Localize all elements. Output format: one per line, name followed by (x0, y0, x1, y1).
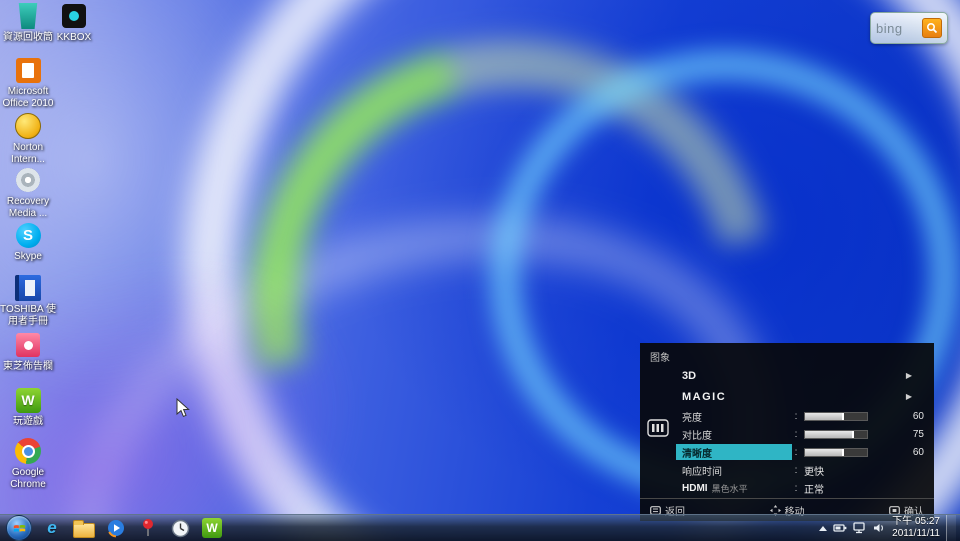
osd-row-label-selected: 清晰度 (676, 444, 792, 460)
osd-row-label: 3D (676, 368, 792, 384)
osd-row-label: 亮度 (676, 408, 792, 424)
slider-fill (805, 449, 844, 456)
slider-fill (805, 431, 854, 438)
tray-hidden-icons-chevron[interactable] (819, 526, 827, 531)
icon-label: Norton Intern... (0, 142, 56, 165)
slider-value: 60 (868, 411, 924, 422)
osd-row-response-time[interactable]: 响应时间 : 更快 (676, 461, 924, 479)
brightness-slider[interactable] (804, 412, 868, 421)
submenu-arrow-icon: ▶ (906, 371, 912, 380)
taskbar-pinned-app[interactable] (132, 516, 164, 541)
icon-label: TOSHIBA 使用者手冊 (0, 304, 56, 327)
manual-book-icon (15, 274, 41, 302)
skype-icon: S (16, 221, 41, 249)
games-w-icon: W (202, 518, 222, 538)
colon: : (792, 411, 800, 422)
icon-label: Recovery Media ... (0, 196, 56, 219)
search-icon (926, 22, 938, 34)
osd-row-magic[interactable]: MAGIC ▶ (676, 386, 924, 407)
network-icon[interactable] (853, 522, 867, 534)
osd-title: 图象 (650, 349, 670, 364)
osd-row-contrast[interactable]: 对比度 : 75 (676, 425, 924, 443)
taskbar-clock[interactable]: 下午 05:27 2011/11/11 (892, 516, 940, 540)
icon-label: Skype (14, 251, 42, 263)
osd-row-label: 响应时间 (676, 462, 792, 478)
osd-row-value: 正常 (804, 481, 824, 496)
icon-label: Google Chrome (0, 467, 56, 490)
bing-search-gadget[interactable]: bing (870, 12, 948, 44)
taskbar-date: 2011/11/11 (892, 528, 940, 540)
taskbar-internet-explorer[interactable]: e (36, 516, 68, 541)
contrast-slider[interactable] (804, 430, 868, 439)
sharpness-slider[interactable] (804, 448, 868, 457)
black-level-label: 黑色水平 (712, 482, 748, 495)
osd-row-value: 更快 (804, 463, 824, 478)
osd-row-label: HDMI 黑色水平 (676, 480, 792, 496)
taskbar-windows-explorer[interactable] (68, 516, 100, 541)
system-tray: 下午 05:27 2011/11/11 (819, 515, 958, 541)
desktop-icon-bulletin-board[interactable]: 東芝佈告欄 (0, 331, 56, 373)
icon-label: KKBOX (57, 32, 91, 44)
bulletin-pin-icon (16, 331, 40, 359)
taskbar: e W (0, 514, 960, 541)
chrome-icon (15, 437, 41, 465)
colon: : (792, 447, 800, 458)
desktop-icon-games[interactable]: W 玩遊戲 (0, 386, 56, 428)
desktop-icon-recovery-media[interactable]: Recovery Media ... (0, 166, 56, 219)
ie-icon: e (47, 518, 56, 538)
desktop-icon-microsoft-office[interactable]: Microsoft Office 2010 (0, 56, 56, 109)
taskbar-games-app[interactable]: W (196, 516, 228, 541)
clock-icon (171, 519, 190, 538)
slider-value: 60 (868, 447, 924, 458)
desktop-icon-google-chrome[interactable]: Google Chrome (0, 437, 56, 490)
osd-row-brightness[interactable]: 亮度 : 60 (676, 407, 924, 425)
submenu-arrow-icon: ▶ (906, 392, 912, 401)
office-icon (16, 56, 41, 84)
show-desktop-button[interactable] (946, 515, 956, 541)
osd-row-sharpness[interactable]: 清晰度 : 60 (676, 443, 924, 461)
osd-rows: 3D ▶ MAGIC ▶ 亮度 : 60 对比度 : 75 清晰度 : (676, 365, 924, 497)
volume-icon[interactable] (873, 522, 886, 534)
icon-label: 玩遊戲 (13, 416, 43, 428)
osd-row-label: 对比度 (676, 426, 792, 442)
desktop-screen: 資源回收筒 KKBOX Microsoft Office 2010 Norton… (0, 0, 960, 541)
slider-fill (805, 413, 844, 420)
colon: : (792, 465, 800, 476)
osd-row-hdmi-black-level[interactable]: HDMI 黑色水平 : 正常 (676, 479, 924, 497)
icon-label: Microsoft Office 2010 (0, 86, 56, 109)
start-button[interactable] (6, 515, 32, 541)
desktop-icon-kkbox[interactable]: KKBOX (46, 2, 102, 44)
norton-icon (15, 112, 41, 140)
bing-search-button[interactable] (922, 18, 942, 38)
media-player-icon (106, 518, 126, 538)
osd-row-3d[interactable]: 3D ▶ (676, 365, 924, 386)
colon: : (792, 483, 800, 494)
folder-icon (73, 523, 95, 538)
taskbar-clock-utility[interactable] (164, 516, 196, 541)
colon: : (792, 429, 800, 440)
icon-label: 東芝佈告欄 (3, 361, 53, 373)
picture-tab-icon (647, 419, 669, 442)
bing-logo: bing (876, 21, 903, 36)
games-icon: W (16, 386, 41, 414)
monitor-osd-menu: 图象 3D ▶ MAGIC ▶ 亮度 : 60 (640, 343, 934, 521)
desktop-icon-toshiba-manual[interactable]: TOSHIBA 使用者手冊 (0, 274, 56, 327)
osd-row-label: MAGIC (676, 389, 792, 405)
taskbar-time: 下午 05:27 (892, 516, 940, 528)
taskbar-media-player[interactable] (100, 516, 132, 541)
slider-value: 75 (868, 429, 924, 440)
battery-icon[interactable] (833, 522, 847, 534)
recovery-disc-icon (16, 166, 40, 194)
pushpin-icon (140, 518, 156, 538)
recycle-bin-icon (17, 2, 39, 30)
kkbox-icon (62, 2, 86, 30)
desktop-icon-skype[interactable]: S Skype (0, 221, 56, 263)
desktop-icon-norton[interactable]: Norton Intern... (0, 112, 56, 165)
windows-logo-icon (13, 522, 26, 535)
hdmi-label: HDMI (682, 483, 708, 494)
